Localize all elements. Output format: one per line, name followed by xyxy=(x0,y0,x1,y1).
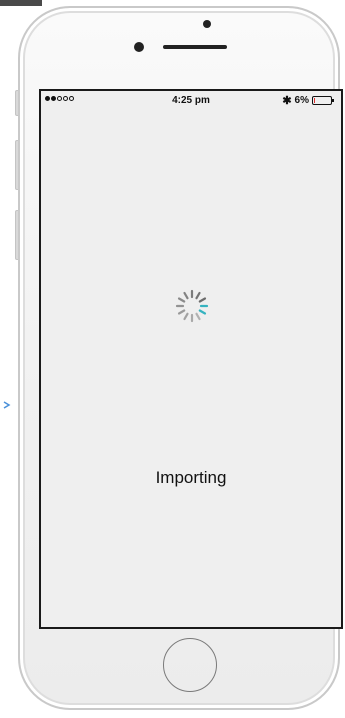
spinner-tick xyxy=(183,312,189,321)
spinner-tick xyxy=(183,291,189,300)
battery-icon xyxy=(312,96,334,105)
arrow-right-icon xyxy=(3,401,11,409)
phone-screen: 4:25 pm ✱ 6% Importing xyxy=(39,89,343,629)
battery-level xyxy=(314,98,315,103)
battery-percent: 6% xyxy=(294,95,309,106)
corner-mark xyxy=(0,0,42,6)
status-right: ✱ 6% xyxy=(282,94,335,107)
spinner-tick xyxy=(195,312,201,321)
front-camera-icon xyxy=(134,42,144,52)
loading-spinner-icon xyxy=(175,289,209,323)
bluetooth-icon: ✱ xyxy=(282,95,292,107)
speaker-grille xyxy=(163,45,227,49)
importing-label: Importing xyxy=(155,468,227,487)
spinner-tick xyxy=(198,297,207,303)
stage: 4:25 pm ✱ 6% Importing xyxy=(0,0,345,718)
spinner-tick xyxy=(177,297,186,303)
spinner-tick xyxy=(198,309,207,315)
status-bar: 4:25 pm ✱ 6% xyxy=(41,91,341,111)
spinner-tick xyxy=(195,291,201,300)
spinner-tick xyxy=(177,309,186,315)
home-button-icon[interactable] xyxy=(163,638,217,692)
camera-icon xyxy=(203,20,211,28)
